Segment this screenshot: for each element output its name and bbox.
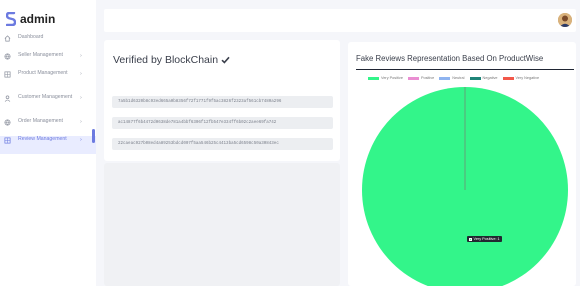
tooltip-text: Very Positive: 1 <box>473 237 500 241</box>
pie-chart <box>362 87 568 286</box>
chart-tooltip: Very Positive: 1 <box>467 236 502 242</box>
tooltip-swatch <box>469 237 472 241</box>
